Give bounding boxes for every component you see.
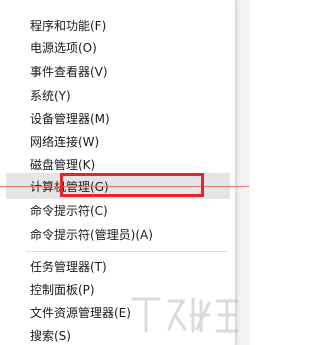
menu-item-task-manager[interactable]: 任务管理器(T)	[30, 256, 107, 278]
menu-item-file-explorer[interactable]: 文件资源管理器(E)	[30, 302, 131, 324]
annotation-red-box	[60, 173, 204, 197]
menu-separator	[26, 251, 227, 252]
menu-item-search[interactable]: 搜索(S)	[30, 325, 71, 345]
menu-item-command-prompt[interactable]: 命令提示符(C)	[30, 200, 108, 222]
screen: 程序和功能(F) 电源选项(O) 事件查看器(V) 系统(Y) 设备管理器(M)…	[0, 0, 249, 345]
menu-item-network-connections[interactable]: 网络连接(W)	[30, 131, 99, 153]
menu-item-event-viewer[interactable]: 事件查看器(V)	[30, 61, 108, 83]
menu-item-power-options[interactable]: 电源选项(O)	[30, 37, 97, 59]
menu-item-system[interactable]: 系统(Y)	[30, 85, 71, 107]
menu-item-command-prompt-admin[interactable]: 命令提示符(管理员)(A)	[30, 224, 153, 246]
watermark-logo-icon	[131, 297, 239, 333]
menu-item-programs-and-features[interactable]: 程序和功能(F)	[30, 15, 106, 37]
menu-item-device-manager[interactable]: 设备管理器(M)	[30, 108, 110, 130]
menu-item-control-panel[interactable]: 控制面板(P)	[30, 279, 95, 301]
